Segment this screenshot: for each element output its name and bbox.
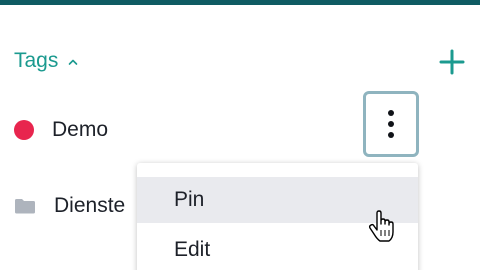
add-tag-button[interactable] [434,44,470,80]
menu-item-label: Pin [174,188,205,211]
color-dot-icon [14,120,34,140]
plus-icon [439,49,465,75]
top-bar [0,0,480,5]
menu-item-pin[interactable]: Pin [137,177,418,223]
tag-item-dienste[interactable]: Dienste [14,189,125,223]
menu-item-label: Edit [174,238,211,261]
tag-item-demo[interactable]: Demo [14,113,108,147]
folder-icon [15,199,35,214]
tag-label: Demo [52,118,109,141]
tag-label: Dienste [54,194,126,217]
more-vertical-icon [388,110,394,116]
tags-panel: Tags Demo Dienste Pin Edit [0,0,480,270]
tags-section-title: Tags [14,49,59,72]
tags-section-toggle[interactable]: Tags [14,46,78,76]
more-vertical-icon [388,121,394,127]
context-menu: Pin Edit [137,163,418,270]
menu-item-edit[interactable]: Edit [137,227,418,270]
tag-more-options-button[interactable] [363,91,419,157]
more-vertical-icon [388,132,394,138]
chevron-up-icon [69,59,78,65]
